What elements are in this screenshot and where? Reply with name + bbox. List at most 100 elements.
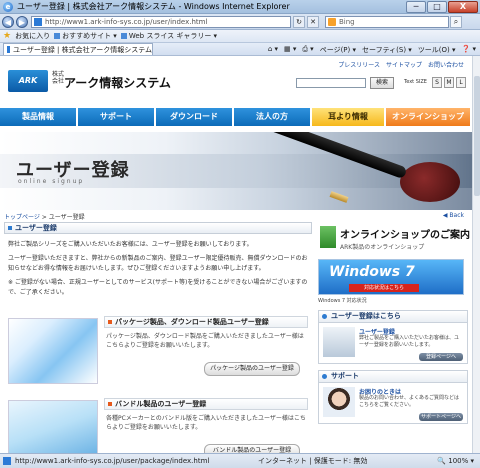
close-button[interactable]: X <box>448 1 478 13</box>
search-icon[interactable]: ⌕ <box>450 15 462 28</box>
section-title: ユーザー登録 <box>4 222 312 234</box>
text-size-m[interactable]: M <box>444 77 454 88</box>
ark-logo[interactable]: ARK <box>8 70 48 92</box>
link-sitemap[interactable]: サイトマップ <box>386 60 422 69</box>
main-nav: 製品情報 サポート ダウンロード 法人の方 耳より情報 オンラインショップ <box>0 106 472 128</box>
logo-company-name[interactable]: アーク情報システム <box>64 74 171 91</box>
support-page-button[interactable]: サポートページへ <box>419 413 463 421</box>
intro-paragraph: ※ ご登録がない場合、正規ユーザーとしてのサービス(サポート等)を受けることがで… <box>8 279 308 296</box>
print-icon[interactable]: ⎙ ▾ <box>302 45 313 55</box>
windows7-caption: Windows 7 対応状況 <box>318 298 367 304</box>
scrollbar-thumb[interactable] <box>474 76 480 196</box>
stop-icon[interactable]: ✕ <box>307 15 319 28</box>
windows7-tag: 対応状況はこちら <box>349 284 419 292</box>
command-help[interactable]: ❓ ▾ <box>462 45 476 55</box>
nav-download[interactable]: ダウンロード <box>156 108 234 126</box>
register-page-button[interactable]: 登録ページへ <box>419 353 463 361</box>
breadcrumb: トップページ > ユーザー登録 <box>4 212 85 221</box>
address-bar: ◀ ▶ http://www1.ark-info-sys.co.jp/user/… <box>0 14 480 30</box>
command-page[interactable]: ページ(P) ▾ <box>320 45 356 55</box>
search-input[interactable]: Bing <box>325 15 449 28</box>
breadcrumb-current: ユーザー登録 <box>48 214 85 221</box>
intro-text: 弊社ご製品シリーズをご購入いただいたお客様には、ユーザー登録をお願いしております… <box>4 234 312 308</box>
nav-tips[interactable]: 耳より情報 <box>312 108 386 126</box>
card-title: パッケージ製品、ダウンロード製品ユーザー登録 <box>104 316 308 328</box>
page-banner: ユーザー登録 online signup <box>0 132 472 210</box>
command-safety[interactable]: セーフティ(S) ▾ <box>362 45 412 55</box>
refresh-icon[interactable]: ↻ <box>293 15 305 28</box>
text-size-s[interactable]: S <box>432 77 442 88</box>
nav-support[interactable]: サポート <box>78 108 156 126</box>
side-box-desc: 製品のお問い合わせ、よくあるご質問などはこちらをご覧ください。 <box>359 395 460 408</box>
text-size-l[interactable]: L <box>456 77 466 88</box>
side-column: オンラインショップのご案内 ARK製品のオンラインショップ Windows 7 … <box>318 222 470 453</box>
package-card: パッケージ製品、ダウンロード製品ユーザー登録 パッケージ製品、ダウンロード製品を… <box>4 312 312 390</box>
webslice-icon <box>120 33 127 39</box>
favorites-item-suggested[interactable]: おすすめサイト ▾ <box>54 31 117 41</box>
tab-current[interactable]: ユーザー登録 | 株式会社アーク情報システム <box>3 43 153 55</box>
breadcrumb-home[interactable]: トップページ <box>4 214 40 221</box>
maximize-button[interactable]: □ <box>427 1 447 13</box>
favorites-bar: ★ お気に入り おすすめサイト ▾ Web スライス ギャラリー ▾ <box>0 30 480 43</box>
nav-online-shop[interactable]: オンラインショップ <box>386 108 472 126</box>
shop-banner[interactable]: オンラインショップのご案内 <box>318 222 470 252</box>
favorites-item-label: おすすめサイト ▾ <box>62 32 117 40</box>
window-title-bar: e ユーザー登録 | 株式会社アーク情報システム - Windows Inter… <box>0 0 480 14</box>
main-column: ユーザー登録 弊社ご製品シリーズをご購入いただいたお客様には、ユーザー登録をお願… <box>4 222 312 453</box>
feeds-icon[interactable]: ▦ ▾ <box>284 45 296 55</box>
link-press[interactable]: プレスリリース <box>338 60 380 69</box>
back-label: Back <box>449 212 464 219</box>
nav-corporate[interactable]: 法人の方 <box>234 108 312 126</box>
card-desc: パッケージ製品、ダウンロード製品をご購入いただきましたユーザー様はこちらよりご登… <box>106 333 304 349</box>
zoom-level[interactable]: 🔍 100% ▾ <box>437 457 474 465</box>
nav-products[interactable]: 製品情報 <box>0 108 78 126</box>
minimize-button[interactable]: ─ <box>406 1 426 13</box>
status-page-icon <box>3 457 11 465</box>
site-search-button[interactable]: 検索 <box>370 77 394 89</box>
tab-label: ユーザー登録 | 株式会社アーク情報システム <box>12 45 152 54</box>
site-search-input[interactable] <box>296 78 366 88</box>
package-register-button[interactable]: パッケージ製品のユーザー登録 <box>204 362 300 376</box>
address-url: http://www1.ark-info-sys.co.jp/user/inde… <box>45 17 208 26</box>
search-placeholder: Bing <box>339 17 355 26</box>
intro-paragraph: 弊社ご製品シリーズをご購入いただいたお客様には、ユーザー登録をお願いしております… <box>8 241 253 248</box>
back-link[interactable]: ◀ Back <box>443 212 464 219</box>
command-bar: ⌂ ▾ ▦ ▾ ⎙ ▾ ページ(P) ▾ セーフティ(S) ▾ ツール(O) ▾… <box>268 45 476 55</box>
breadcrumb-separator: > <box>39 214 49 221</box>
link-contact[interactable]: お問い合わせ <box>428 60 464 69</box>
top-links: プレスリリース サイトマップ お問い合わせ <box>338 60 464 69</box>
side-box-desc: 弊社ご製品をご購入いただいたお客様は、ユーザー登録をお願いいたします。 <box>359 335 460 348</box>
status-bar: http://www1.ark-info-sys.co.jp/user/pack… <box>0 453 480 468</box>
favorites-star-icon[interactable]: ★ <box>3 31 11 41</box>
text-size-label: Text SIZE <box>404 79 427 85</box>
bundle-products-image <box>8 400 98 453</box>
pen-image <box>400 162 460 202</box>
command-tools[interactable]: ツール(O) ▾ <box>418 45 456 55</box>
zoom-value: 100% <box>448 457 469 465</box>
bing-icon <box>328 17 336 26</box>
windows7-text: Windows 7 <box>329 264 415 280</box>
page-icon <box>34 17 42 26</box>
logo-company-type: 株式 会社 <box>52 71 65 85</box>
back-button[interactable]: ◀ <box>2 15 14 28</box>
windows7-banner[interactable]: Windows 7 対応状況はこちら <box>318 259 464 295</box>
home-icon[interactable]: ⌂ ▾ <box>268 45 278 55</box>
page-content: ARK 株式 会社 アーク情報システム プレスリリース サイトマップ お問い合わせ… <box>0 56 472 453</box>
vertical-scrollbar[interactable] <box>472 56 480 453</box>
bundle-card: バンドル製品のユーザー登録 各種PCメーカーとのバンドル版をご購入いただきました… <box>4 394 312 453</box>
bundle-register-button[interactable]: バンドル製品のユーザー登録 <box>204 444 300 453</box>
favorites-item-webslice[interactable]: Web スライス ギャラリー ▾ <box>120 31 217 41</box>
forward-button[interactable]: ▶ <box>16 15 28 28</box>
window-title: ユーザー登録 | 株式会社アーク情報システム - Windows Interne… <box>17 2 290 11</box>
site-header: ARK 株式 会社 アーク情報システム プレスリリース サイトマップ お問い合わせ… <box>0 56 472 108</box>
banner-subtitle: online signup <box>18 178 85 185</box>
support-staff-image <box>323 387 355 417</box>
address-field[interactable]: http://www1.ark-info-sys.co.jp/user/inde… <box>31 15 291 28</box>
site-icon <box>54 33 61 39</box>
status-url: http://www1.ark-info-sys.co.jp/user/pack… <box>15 457 210 465</box>
side-box-header: サポート <box>319 371 467 383</box>
favorites-button[interactable]: お気に入り <box>15 31 50 41</box>
register-image <box>323 327 355 357</box>
pen-nib-image <box>329 191 349 203</box>
card-title: バンドル製品のユーザー登録 <box>104 398 308 410</box>
